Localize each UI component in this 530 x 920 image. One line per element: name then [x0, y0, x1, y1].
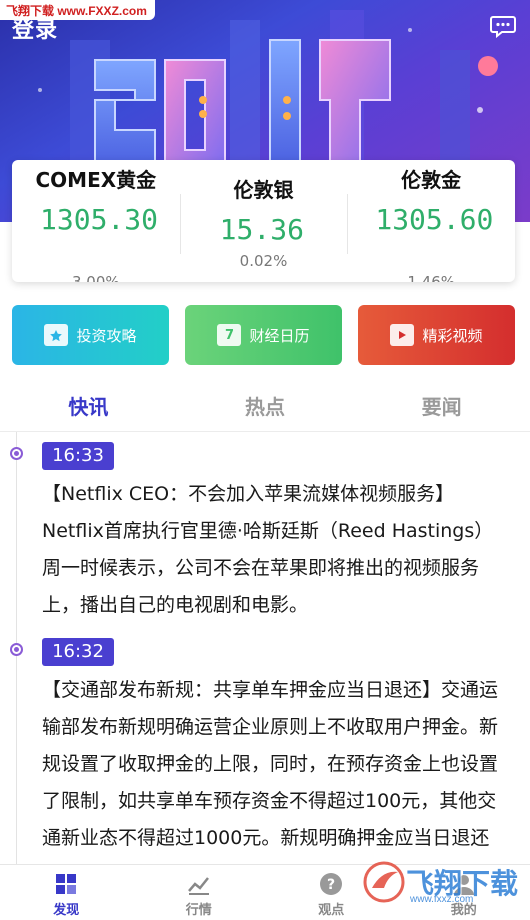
- price-name: 伦敦金: [401, 168, 462, 192]
- price-card: COMEX黄金 1305.30 3.00% 伦敦银 15.36 0.02% 伦敦…: [12, 160, 515, 282]
- invest-guide-button[interactable]: 投资攻略: [12, 305, 169, 365]
- featured-video-button[interactable]: 精彩视频: [358, 305, 515, 365]
- news-feed[interactable]: 16:33 【Netflix CEO：不会加入苹果流媒体视频服务】Netflix…: [0, 432, 530, 864]
- svg-text:?: ?: [327, 877, 335, 893]
- finance-calendar-label: 财经日历: [249, 326, 310, 345]
- price-item-london-silver[interactable]: 伦敦银 15.36 0.02%: [179, 160, 348, 282]
- watermark-swoosh-icon: [363, 861, 405, 903]
- video-play-icon: [390, 324, 415, 346]
- price-value: 1305.60: [375, 203, 494, 236]
- tab-flash[interactable]: 快讯: [0, 383, 177, 431]
- watermark-logo: 飞翔下载 www.fxxz.com: [362, 852, 520, 912]
- featured-video-label: 精彩视频: [422, 326, 483, 345]
- price-change: 1.46%: [407, 273, 455, 282]
- nav-label: 行情: [185, 903, 212, 918]
- nav-discover[interactable]: 发现: [0, 865, 133, 920]
- price-value: 15.36: [219, 213, 304, 246]
- price-value: 1305.30: [40, 203, 159, 236]
- chat-bubble-icon: [490, 16, 516, 39]
- news-text: 【交通部发布新规：共享单车押金应当日退还】交通运输部发布新规明确运营企业原则上不…: [42, 679, 499, 849]
- discover-grid-icon: [56, 874, 77, 894]
- price-name: 伦敦银: [233, 178, 294, 202]
- timeline-dot-icon: [10, 447, 23, 460]
- quick-actions: 投资攻略 7 财经日历 精彩视频: [12, 305, 515, 365]
- finance-calendar-button[interactable]: 7 财经日历: [185, 305, 342, 365]
- timeline-dot-icon: [10, 643, 23, 656]
- news-text: 【Netflix CEO：不会加入苹果流媒体视频服务】Netflix首席执行官里…: [42, 483, 494, 616]
- message-button[interactable]: [490, 14, 516, 39]
- question-circle-icon: ?: [320, 873, 343, 895]
- nav-label: 发现: [53, 903, 80, 918]
- price-change: 0.02%: [239, 252, 288, 270]
- nav-market[interactable]: 行情: [133, 865, 266, 920]
- news-time: 16:33: [42, 442, 114, 470]
- news-time: 16:32: [42, 638, 114, 666]
- invest-guide-label: 投资攻略: [76, 326, 137, 345]
- news-tabs: 快讯 热点 要闻: [0, 383, 530, 431]
- price-name: COMEX黄金: [35, 168, 157, 192]
- watermark-url: www.fxxz.com: [410, 894, 474, 905]
- price-item-comex-gold[interactable]: COMEX黄金 1305.30 3.00%: [12, 160, 180, 282]
- calendar-icon: 7: [217, 324, 242, 346]
- price-item-london-gold[interactable]: 伦敦金 1305.60 1.46%: [347, 160, 515, 282]
- login-link[interactable]: 登录: [12, 12, 58, 44]
- market-chart-icon: [187, 877, 209, 895]
- tab-hot[interactable]: 热点: [177, 383, 354, 431]
- nav-label: 观点: [318, 903, 345, 918]
- tab-headlines[interactable]: 要闻: [353, 383, 530, 431]
- star-folder-icon: [44, 324, 69, 346]
- price-change: 3.00%: [72, 273, 120, 282]
